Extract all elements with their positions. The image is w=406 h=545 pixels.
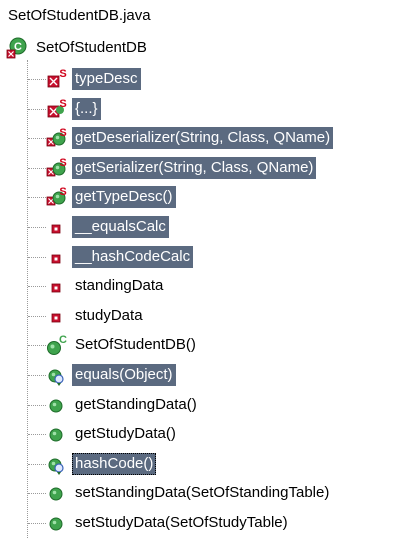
member-label: typeDesc <box>72 68 141 90</box>
tree-branch-line <box>28 404 46 406</box>
member-label: __hashCodeCalc <box>72 246 194 268</box>
tree-branch-line <box>28 196 46 198</box>
public-static-method-icon: S <box>46 186 68 208</box>
tree-member[interactable]: C SetOfStudentDB() <box>28 333 199 357</box>
tree-branch-line <box>28 167 46 169</box>
tree-member[interactable]: setStudyData(SetOfStudyTable) <box>28 511 291 535</box>
private-static-field-icon: S <box>46 68 68 90</box>
private-static-initializer-icon: S <box>46 98 68 120</box>
member-label: getStandingData() <box>75 396 197 413</box>
member-label: {...} <box>72 98 101 120</box>
svg-text:C: C <box>59 334 67 346</box>
member-label: setStudyData(SetOfStudyTable) <box>75 514 288 531</box>
member-label: getDeserializer(String, Class, QName) <box>72 127 334 149</box>
public-static-method-icon: S <box>46 127 68 149</box>
tree-branch-line <box>28 492 46 494</box>
member-label: equals(Object) <box>72 364 176 386</box>
tree-branch-line <box>28 285 46 287</box>
member-label: SetOfStudentDB() <box>75 336 196 353</box>
tree-branch-line <box>28 433 46 435</box>
tree-member[interactable]: getStandingData() <box>28 393 200 417</box>
override-method-icon <box>46 453 68 475</box>
tree-member[interactable]: S {...} <box>28 97 101 121</box>
svg-text:S: S <box>59 68 66 80</box>
tree-branch-line <box>28 226 46 228</box>
public-method-icon <box>46 482 68 504</box>
tree-member[interactable]: StypeDesc <box>28 67 141 91</box>
tree-member[interactable]: SgetDeserializer(String, Class, QName) <box>28 126 334 150</box>
public-method-icon <box>46 512 68 534</box>
tree-member[interactable]: standingData <box>28 274 166 298</box>
class-label: SetOfStudentDB <box>36 39 147 56</box>
class-node[interactable]: C SetOfStudentDB <box>6 36 147 60</box>
constructor-icon: C <box>46 334 68 356</box>
svg-text:S: S <box>59 186 66 198</box>
tree-member[interactable]: getStudyData() <box>28 422 179 446</box>
tree-branch-line <box>28 344 46 346</box>
tree-member[interactable]: studyData <box>28 304 146 328</box>
member-label: getStudyData() <box>75 425 176 442</box>
public-static-method-icon: S <box>46 157 68 179</box>
tree-branch-line <box>28 315 46 317</box>
member-label: getSerializer(String, Class, QName) <box>72 157 317 179</box>
tree-member[interactable]: equals(Object) <box>28 363 176 387</box>
member-label: __equalsCalc <box>72 216 169 238</box>
tree-branch-line <box>28 137 46 139</box>
svg-text:S: S <box>59 98 66 110</box>
member-label: standingData <box>75 277 164 294</box>
member-label: setStandingData(SetOfStandingTable) <box>75 484 330 501</box>
tree-branch-line <box>28 374 46 376</box>
tree-member[interactable]: SgetSerializer(String, Class, QName) <box>28 156 317 180</box>
member-label: studyData <box>75 307 143 324</box>
class-icon: C <box>6 37 28 59</box>
override-method-icon <box>46 364 68 386</box>
tree-member[interactable]: setStandingData(SetOfStandingTable) <box>28 481 332 505</box>
tree-branch-line <box>28 463 46 465</box>
public-method-icon <box>46 423 68 445</box>
tree-member[interactable]: hashCode() <box>28 452 157 476</box>
private-field-icon <box>46 216 68 238</box>
public-method-icon <box>46 394 68 416</box>
svg-text:S: S <box>59 127 66 139</box>
private-field-icon <box>46 275 68 297</box>
file-name: SetOfStudentDB.java <box>8 7 151 24</box>
tree-branch-line <box>28 78 46 80</box>
tree-branch-line <box>28 256 46 258</box>
tree-branch-line <box>28 522 46 524</box>
svg-text:S: S <box>59 157 66 169</box>
member-label: getTypeDesc() <box>72 186 176 208</box>
tree-member[interactable]: __equalsCalc <box>28 215 169 239</box>
tree-member[interactable]: SgetTypeDesc() <box>28 185 176 209</box>
private-field-icon <box>46 246 68 268</box>
private-field-icon <box>46 305 68 327</box>
tree-member[interactable]: __hashCodeCalc <box>28 245 194 269</box>
tree-branch-line <box>28 108 46 110</box>
member-label: hashCode() <box>72 453 157 475</box>
